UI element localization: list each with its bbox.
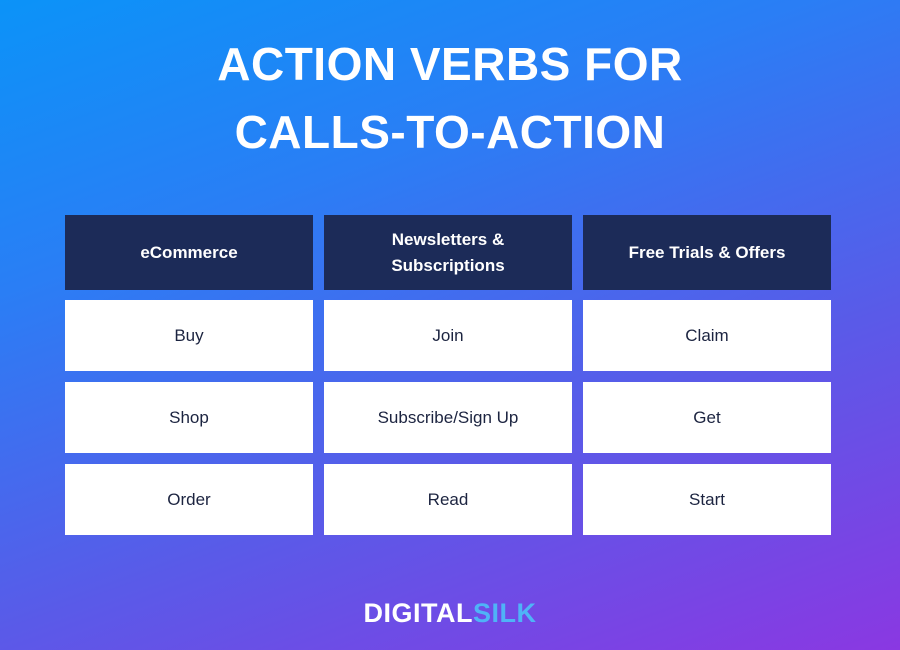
page-title: ACTION VERBS FOR CALLS-TO-ACTION <box>0 30 900 166</box>
table-cell: Buy <box>65 300 313 371</box>
table-cell: Order <box>65 464 313 535</box>
title-line-1: ACTION VERBS FOR <box>217 38 683 90</box>
table-cell: Read <box>324 464 572 535</box>
logo-text-silk: SILK <box>472 598 537 628</box>
table-cell: Join <box>324 300 572 371</box>
column-header-free-trials: Free Trials & Offers <box>583 215 831 290</box>
table-cell: Claim <box>583 300 831 371</box>
table-cell: Get <box>583 382 831 453</box>
title-line-2: CALLS-TO-ACTION <box>234 106 666 158</box>
cta-verbs-table: eCommerce Newsletters & Subscriptions Fr… <box>65 215 831 546</box>
logo-text-digital: DIGITAL <box>363 598 473 628</box>
digital-silk-logo: DIGITALSILK <box>0 598 900 629</box>
column-header-ecommerce: eCommerce <box>65 215 313 290</box>
column-header-newsletters: Newsletters & Subscriptions <box>324 215 572 290</box>
table-cell: Start <box>583 464 831 535</box>
table-cell: Shop <box>65 382 313 453</box>
table-cell: Subscribe/Sign Up <box>324 382 572 453</box>
